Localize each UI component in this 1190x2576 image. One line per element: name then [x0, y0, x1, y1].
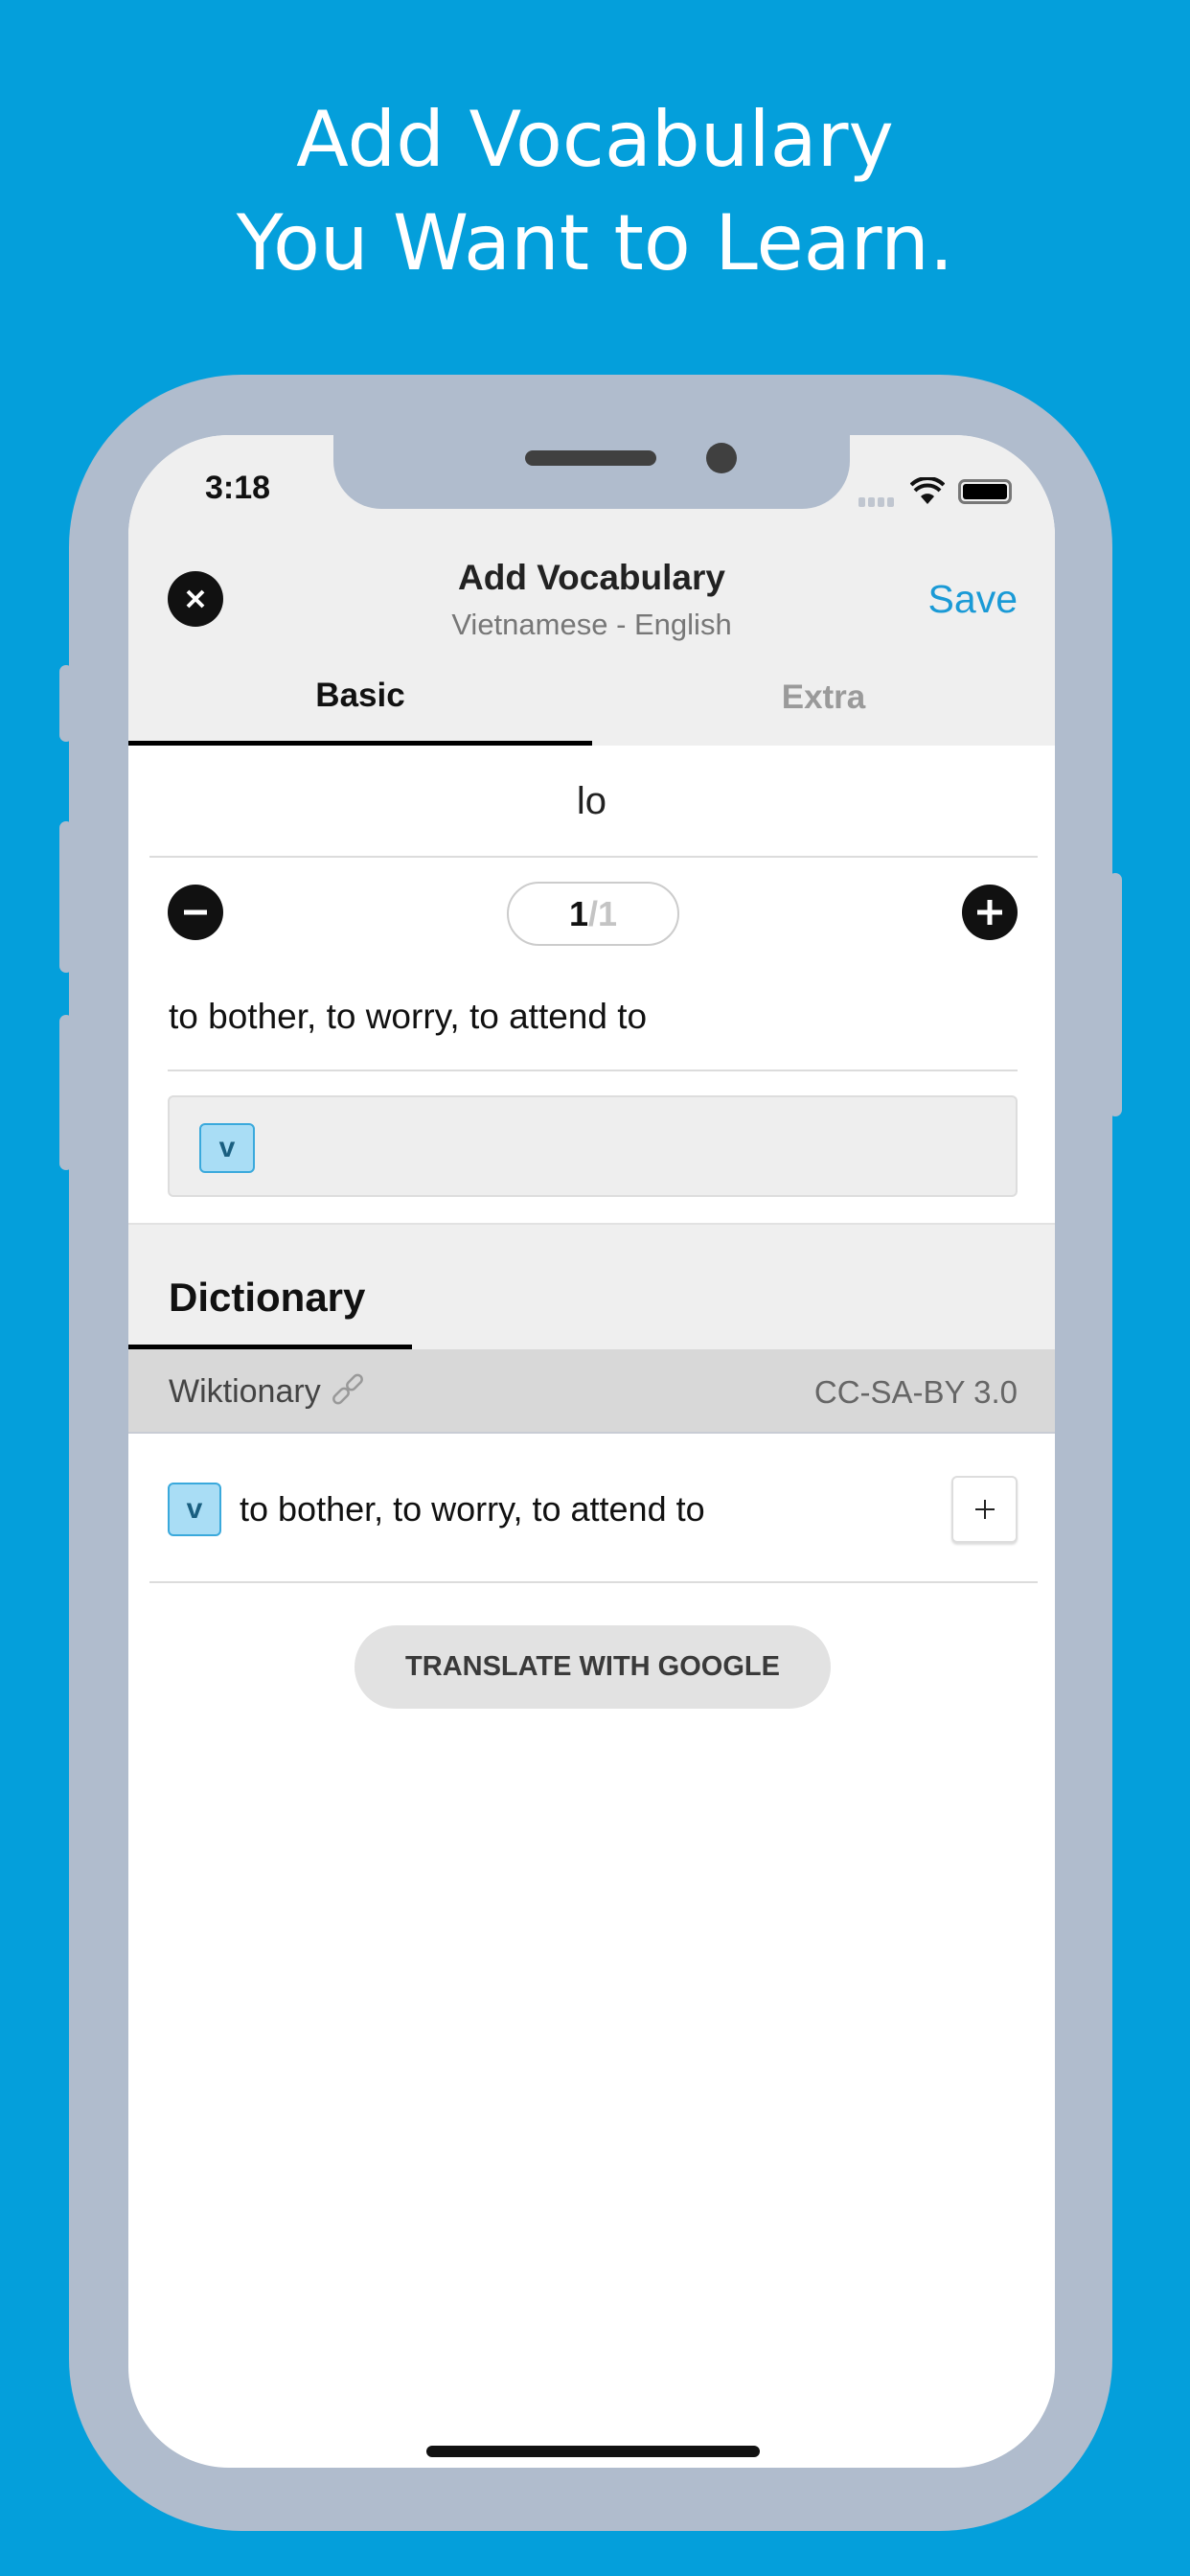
source-link[interactable]: Wiktionary — [169, 1372, 367, 1411]
cellular-signal-icon — [858, 494, 897, 507]
word-input[interactable]: lo — [128, 780, 1055, 823]
nav-title: Add Vocabulary — [458, 558, 725, 597]
tab-extra[interactable]: Extra — [592, 678, 1055, 717]
remove-definition-button[interactable] — [168, 885, 223, 940]
plus-icon — [977, 900, 1002, 925]
wifi-icon — [909, 475, 946, 511]
dictionary-header: Dictionary — [128, 1223, 1055, 1349]
tags-field[interactable]: v — [168, 1095, 1018, 1197]
save-button[interactable]: Save — [928, 577, 1018, 622]
plus-icon — [974, 1500, 995, 1519]
pager-total: /1 — [588, 893, 618, 933]
status-time: 3:18 — [205, 470, 271, 506]
phone-screen: 3:18 Add Vocabulary Vietnamese - English… — [128, 435, 1055, 2468]
add-definition-button[interactable] — [962, 885, 1018, 940]
tab-basic[interactable]: Basic — [128, 677, 592, 715]
pager-current: 1 — [568, 893, 588, 933]
add-result-button[interactable] — [951, 1476, 1018, 1543]
result-definition: to bother, to worry, to attend to — [240, 1489, 705, 1529]
dictionary-heading: Dictionary — [169, 1275, 366, 1320]
divider — [149, 1581, 1038, 1583]
close-icon — [186, 589, 205, 609]
translate-with-google-button[interactable]: TRANSLATE WITH GOOGLE — [355, 1625, 831, 1709]
source-name: Wiktionary — [169, 1372, 321, 1410]
definition-input[interactable]: to bother, to worry, to attend to — [169, 997, 647, 1037]
divider — [168, 1070, 1018, 1071]
close-button[interactable] — [168, 571, 223, 627]
tag-badge[interactable]: v — [199, 1123, 255, 1173]
definition-pager: 1/1 — [507, 882, 679, 946]
promo-line-1: Add Vocabulary — [296, 95, 894, 184]
nav-subtitle: Vietnamese - English — [451, 608, 732, 641]
pos-badge: v — [168, 1483, 221, 1536]
dictionary-result-row: v to bother, to worry, to attend to — [128, 1434, 1055, 1582]
home-indicator[interactable] — [426, 2446, 760, 2457]
license-text: CC-SA-BY 3.0 — [813, 1374, 1018, 1410]
dictionary-source-bar: Wiktionary CC-SA-BY 3.0 — [128, 1349, 1055, 1434]
promo-line-2: You Want to Learn. — [236, 198, 954, 288]
battery-icon — [958, 479, 1012, 504]
camera — [706, 443, 737, 473]
divider — [149, 856, 1038, 858]
minus-icon — [184, 909, 207, 915]
speaker — [525, 450, 656, 466]
link-icon — [332, 1373, 363, 1405]
notch — [333, 435, 850, 509]
tab-active-indicator — [128, 741, 592, 746]
